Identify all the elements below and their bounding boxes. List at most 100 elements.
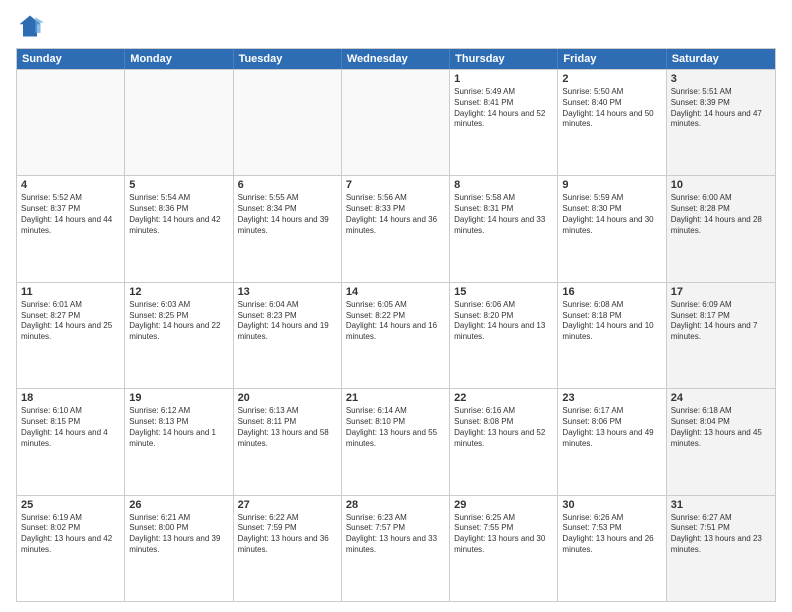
header-thursday: Thursday [450, 49, 558, 69]
day-number-30: 30 [562, 499, 661, 511]
cal-cell-0-5: 2 Sunrise: 5:50 AMSunset: 8:40 PMDaylight… [558, 70, 666, 175]
day-number-5: 5 [129, 179, 228, 191]
cal-cell-2-2: 13 Sunrise: 6:04 AMSunset: 8:23 PMDayligh… [234, 283, 342, 388]
cal-cell-3-3: 21Sunrise: 6:14 AMSunset: 8:10 PMDayligh… [342, 389, 450, 494]
cal-cell-2-5: 16Sunrise: 6:08 AMSunset: 8:18 PMDayligh… [558, 283, 666, 388]
cell-info-22: Sunrise: 6:16 AMSunset: 8:08 PMDaylight:… [454, 406, 553, 449]
cal-cell-2-3: 14 Sunrise: 6:05 AMSunset: 8:22 PMDayligh… [342, 283, 450, 388]
cal-cell-4-1: 26 Sunrise: 6:21 AMSunset: 8:00 PMDayligh… [125, 496, 233, 601]
cal-cell-4-2: 27Sunrise: 6:22 AMSunset: 7:59 PMDayligh… [234, 496, 342, 601]
cal-cell-0-0 [17, 70, 125, 175]
cal-cell-3-4: 22 Sunrise: 6:16 AMSunset: 8:08 PMDayligh… [450, 389, 558, 494]
day-number-7: 7 [346, 179, 445, 191]
day-number-29: 29 [454, 499, 553, 511]
cal-cell-3-5: 23 Sunrise: 6:17 AMSunset: 8:06 PMDayligh… [558, 389, 666, 494]
day-number-1: 1 [454, 73, 553, 85]
cell-info-9: Sunrise: 5:59 AMSunset: 8:30 PMDaylight:… [562, 193, 661, 236]
cell-info-18: Sunrise: 6:10 AMSunset: 8:15 PMDaylight:… [21, 406, 120, 449]
cal-cell-1-5: 9 Sunrise: 5:59 AMSunset: 8:30 PMDaylight… [558, 176, 666, 281]
cal-cell-0-6: 3 Sunrise: 5:51 AMSunset: 8:39 PMDaylight… [667, 70, 775, 175]
day-number-31: 31 [671, 499, 771, 511]
cal-cell-0-1 [125, 70, 233, 175]
cell-info-23: Sunrise: 6:17 AMSunset: 8:06 PMDaylight:… [562, 406, 661, 449]
cell-info-14: Sunrise: 6:05 AMSunset: 8:22 PMDaylight:… [346, 300, 445, 343]
cell-info-19: Sunrise: 6:12 AMSunset: 8:13 PMDaylight:… [129, 406, 228, 449]
cal-cell-4-5: 30 Sunrise: 6:26 AMSunset: 7:53 PMDayligh… [558, 496, 666, 601]
day-number-3: 3 [671, 73, 771, 85]
cell-info-15: Sunrise: 6:06 AMSunset: 8:20 PMDaylight:… [454, 300, 553, 343]
day-number-6: 6 [238, 179, 337, 191]
cell-info-24: Sunrise: 6:18 AMSunset: 8:04 PMDaylight:… [671, 406, 771, 449]
header-friday: Friday [558, 49, 666, 69]
cal-cell-0-4: 1 Sunrise: 5:49 AMSunset: 8:41 PMDaylight… [450, 70, 558, 175]
cell-info-17: Sunrise: 6:09 AMSunset: 8:17 PMDaylight:… [671, 300, 771, 343]
cal-cell-0-2 [234, 70, 342, 175]
cell-info-21: Sunrise: 6:14 AMSunset: 8:10 PMDaylight:… [346, 406, 445, 449]
cell-info-8: Sunrise: 5:58 AMSunset: 8:31 PMDaylight:… [454, 193, 553, 236]
day-number-2: 2 [562, 73, 661, 85]
cal-cell-4-0: 25Sunrise: 6:19 AMSunset: 8:02 PMDayligh… [17, 496, 125, 601]
header-tuesday: Tuesday [234, 49, 342, 69]
cell-info-4: Sunrise: 5:52 AMSunset: 8:37 PMDaylight:… [21, 193, 120, 236]
cal-cell-3-1: 19 Sunrise: 6:12 AMSunset: 8:13 PMDayligh… [125, 389, 233, 494]
day-number-22: 22 [454, 392, 553, 404]
day-number-13: 13 [238, 286, 337, 298]
cal-cell-3-6: 24 Sunrise: 6:18 AMSunset: 8:04 PMDayligh… [667, 389, 775, 494]
cell-info-2: Sunrise: 5:50 AMSunset: 8:40 PMDaylight:… [562, 87, 661, 130]
header-monday: Monday [125, 49, 233, 69]
cell-info-31: Sunrise: 6:27 AMSunset: 7:51 PMDaylight:… [671, 513, 771, 556]
week-row-4: 25Sunrise: 6:19 AMSunset: 8:02 PMDayligh… [17, 495, 775, 601]
cell-info-1: Sunrise: 5:49 AMSunset: 8:41 PMDaylight:… [454, 87, 553, 130]
day-number-26: 26 [129, 499, 228, 511]
cell-info-28: Sunrise: 6:23 AMSunset: 7:57 PMDaylight:… [346, 513, 445, 556]
cell-info-11: Sunrise: 6:01 AMSunset: 8:27 PMDaylight:… [21, 300, 120, 343]
cal-cell-3-2: 20 Sunrise: 6:13 AMSunset: 8:11 PMDayligh… [234, 389, 342, 494]
cal-cell-1-2: 6 Sunrise: 5:55 AMSunset: 8:34 PMDaylight… [234, 176, 342, 281]
logo-icon [16, 12, 44, 40]
day-number-28: 28 [346, 499, 445, 511]
cal-cell-1-3: 7 Sunrise: 5:56 AMSunset: 8:33 PMDaylight… [342, 176, 450, 281]
cell-info-25: Sunrise: 6:19 AMSunset: 8:02 PMDaylight:… [21, 513, 120, 556]
cell-info-29: Sunrise: 6:25 AMSunset: 7:55 PMDaylight:… [454, 513, 553, 556]
calendar: Sunday Monday Tuesday Wednesday Thursday… [16, 48, 776, 602]
header-sunday: Sunday [17, 49, 125, 69]
day-number-8: 8 [454, 179, 553, 191]
day-number-4: 4 [21, 179, 120, 191]
cell-info-27: Sunrise: 6:22 AMSunset: 7:59 PMDaylight:… [238, 513, 337, 556]
cell-info-26: Sunrise: 6:21 AMSunset: 8:00 PMDaylight:… [129, 513, 228, 556]
day-number-17: 17 [671, 286, 771, 298]
cell-info-3: Sunrise: 5:51 AMSunset: 8:39 PMDaylight:… [671, 87, 771, 130]
calendar-header: Sunday Monday Tuesday Wednesday Thursday… [17, 49, 775, 69]
cal-cell-0-3 [342, 70, 450, 175]
day-number-20: 20 [238, 392, 337, 404]
cell-info-16: Sunrise: 6:08 AMSunset: 8:18 PMDaylight:… [562, 300, 661, 343]
day-number-24: 24 [671, 392, 771, 404]
cal-cell-4-6: 31 Sunrise: 6:27 AMSunset: 7:51 PMDayligh… [667, 496, 775, 601]
cell-info-6: Sunrise: 5:55 AMSunset: 8:34 PMDaylight:… [238, 193, 337, 236]
logo [16, 12, 48, 40]
cal-cell-3-0: 18Sunrise: 6:10 AMSunset: 8:15 PMDayligh… [17, 389, 125, 494]
cell-info-13: Sunrise: 6:04 AMSunset: 8:23 PMDaylight:… [238, 300, 337, 343]
cal-cell-2-6: 17 Sunrise: 6:09 AMSunset: 8:17 PMDayligh… [667, 283, 775, 388]
week-row-1: 4 Sunrise: 5:52 AMSunset: 8:37 PMDaylight… [17, 175, 775, 281]
cell-info-7: Sunrise: 5:56 AMSunset: 8:33 PMDaylight:… [346, 193, 445, 236]
cell-info-20: Sunrise: 6:13 AMSunset: 8:11 PMDaylight:… [238, 406, 337, 449]
cell-info-30: Sunrise: 6:26 AMSunset: 7:53 PMDaylight:… [562, 513, 661, 556]
cal-cell-2-1: 12Sunrise: 6:03 AMSunset: 8:25 PMDayligh… [125, 283, 233, 388]
week-row-0: 1 Sunrise: 5:49 AMSunset: 8:41 PMDaylight… [17, 69, 775, 175]
cal-cell-4-3: 28 Sunrise: 6:23 AMSunset: 7:57 PMDayligh… [342, 496, 450, 601]
day-number-14: 14 [346, 286, 445, 298]
cal-cell-1-1: 5Sunrise: 5:54 AMSunset: 8:36 PMDaylight… [125, 176, 233, 281]
week-row-3: 18Sunrise: 6:10 AMSunset: 8:15 PMDayligh… [17, 388, 775, 494]
day-number-19: 19 [129, 392, 228, 404]
day-number-11: 11 [21, 286, 120, 298]
cell-info-10: Sunrise: 6:00 AMSunset: 8:28 PMDaylight:… [671, 193, 771, 236]
day-number-23: 23 [562, 392, 661, 404]
day-number-9: 9 [562, 179, 661, 191]
header-wednesday: Wednesday [342, 49, 450, 69]
calendar-body: 1 Sunrise: 5:49 AMSunset: 8:41 PMDaylight… [17, 69, 775, 601]
cal-cell-2-0: 11 Sunrise: 6:01 AMSunset: 8:27 PMDayligh… [17, 283, 125, 388]
header-saturday: Saturday [667, 49, 775, 69]
cal-cell-1-4: 8 Sunrise: 5:58 AMSunset: 8:31 PMDaylight… [450, 176, 558, 281]
cal-cell-4-4: 29 Sunrise: 6:25 AMSunset: 7:55 PMDayligh… [450, 496, 558, 601]
